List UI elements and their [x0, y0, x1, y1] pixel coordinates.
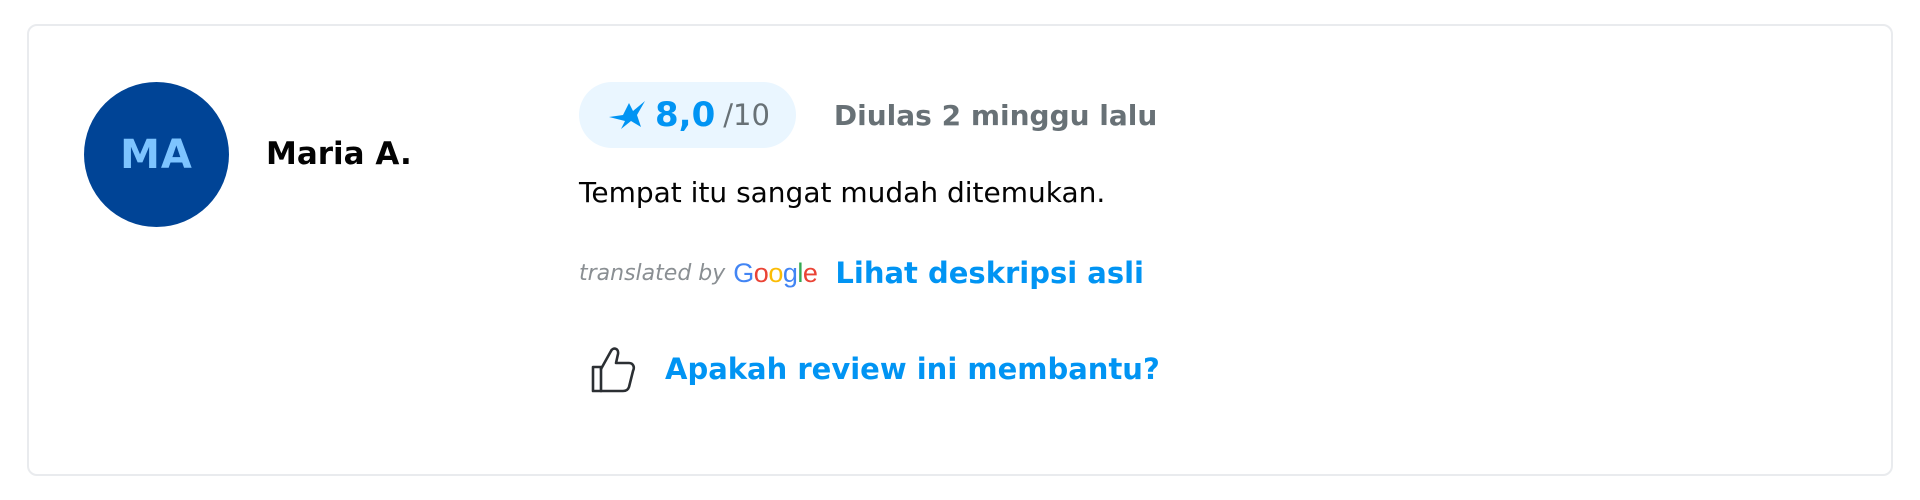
helpful-button[interactable]: Apakah review ini membantu?: [579, 339, 1779, 399]
traveloka-bird-icon: [609, 101, 645, 129]
rating-badge: 8,0 /10: [579, 82, 796, 148]
see-original-link[interactable]: Lihat deskripsi asli: [835, 256, 1144, 290]
avatar-initials: MA: [120, 131, 193, 178]
rating-row: 8,0 /10 Diulas 2 minggu lalu: [579, 82, 1779, 148]
google-logo: Google: [733, 257, 818, 288]
avatar: MA: [84, 82, 229, 227]
review-text: Tempat itu sangat mudah ditemukan.: [579, 176, 1106, 209]
thumbs-up-icon: [591, 347, 636, 393]
translation-row: translated by Google Lihat deskripsi asl…: [579, 253, 1779, 293]
reviewer-name: Maria A.: [266, 136, 412, 172]
review-content: 8,0 /10 Diulas 2 minggu lalu Tempat itu …: [579, 82, 1779, 399]
review-card: MA Maria A. 8,0 /10 Diulas 2 minggu lalu…: [27, 24, 1893, 476]
rating-max: /10: [723, 98, 770, 132]
helpful-label: Apakah review ini membantu?: [665, 352, 1160, 386]
rating-score: 8,0: [655, 95, 716, 135]
review-date: Diulas 2 minggu lalu: [833, 98, 1158, 132]
translated-by-label: translated by: [579, 260, 726, 286]
